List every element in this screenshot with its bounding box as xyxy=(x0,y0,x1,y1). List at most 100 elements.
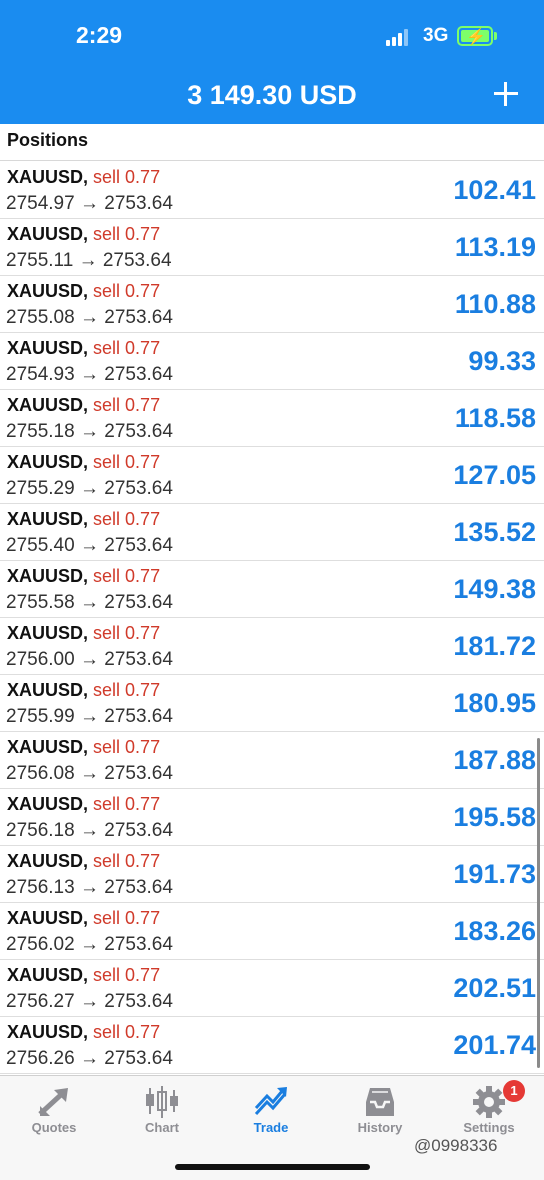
open-price: 2756.18 xyxy=(6,820,75,841)
position-prices: 2755.18 → 2753.64 xyxy=(6,421,173,443)
position-side-volume: sell 0.77 xyxy=(93,395,161,415)
position-separator: , xyxy=(83,680,94,700)
position-side-volume: sell 0.77 xyxy=(93,680,161,700)
position-header: XAUUSD, sell 0.77 xyxy=(7,566,160,587)
position-side-volume: sell 0.77 xyxy=(93,566,161,586)
position-profit: 201.74 xyxy=(453,1030,536,1060)
position-profit: 202.51 xyxy=(453,973,536,1003)
open-price: 2756.02 xyxy=(6,934,75,955)
tab-label: History xyxy=(357,1120,403,1135)
position-row[interactable]: XAUUSD, sell 0.77 2755.18 → 2753.64 118.58 xyxy=(0,390,544,447)
position-separator: , xyxy=(83,452,94,472)
position-prices: 2756.26 → 2753.64 xyxy=(6,1048,173,1070)
position-row[interactable]: XAUUSD, sell 0.77 2755.08 → 2753.64 110.88 xyxy=(0,276,544,333)
position-row[interactable]: XAUUSD, sell 0.77 2755.40 → 2753.64 135.52 xyxy=(0,504,544,561)
position-prices: 2755.08 → 2753.64 xyxy=(6,307,173,329)
position-header: XAUUSD, sell 0.77 xyxy=(7,281,160,302)
position-symbol: XAUUSD xyxy=(7,281,84,301)
position-profit: 149.38 xyxy=(453,574,536,604)
position-row[interactable]: XAUUSD, sell 0.77 2755.11 → 2753.64 113.19 xyxy=(0,219,544,276)
position-header: XAUUSD, sell 0.77 xyxy=(7,224,160,245)
position-side-volume: sell 0.77 xyxy=(93,338,161,358)
position-row[interactable]: XAUUSD, sell 0.77 2756.26 → 2753.64 201.74 xyxy=(0,1017,544,1074)
gear-icon xyxy=(473,1086,505,1118)
current-price: 2753.64 xyxy=(102,250,172,271)
position-separator: , xyxy=(83,851,94,871)
position-prices: 2756.27 → 2753.64 xyxy=(6,991,173,1013)
open-price: 2756.27 xyxy=(6,991,75,1012)
position-row[interactable]: XAUUSD, sell 0.77 2755.29 → 2753.64 127.05 xyxy=(0,447,544,504)
position-profit: 180.95 xyxy=(453,688,536,718)
current-price: 2753.64 xyxy=(104,934,173,955)
position-profit: 102.41 xyxy=(453,175,536,205)
tab-chart[interactable]: Chart xyxy=(108,1076,216,1146)
position-separator: , xyxy=(83,338,94,358)
section-divider xyxy=(0,160,544,161)
position-header: XAUUSD, sell 0.77 xyxy=(7,338,160,359)
tab-label: Quotes xyxy=(31,1120,77,1135)
position-side-volume: sell 0.77 xyxy=(93,794,161,814)
position-header: XAUUSD, sell 0.77 xyxy=(7,680,160,701)
open-price: 2756.13 xyxy=(6,877,75,898)
position-profit: 113.19 xyxy=(454,232,536,262)
scrollbar[interactable] xyxy=(537,738,540,1068)
price-arrow: → xyxy=(79,364,99,385)
position-side-volume: sell 0.77 xyxy=(93,908,161,928)
position-side-volume: sell 0.77 xyxy=(93,509,161,529)
position-header: XAUUSD, sell 0.77 xyxy=(7,851,160,872)
open-price: 2756.26 xyxy=(6,1048,75,1069)
bottom-tab-bar: Quotes Chart Trade History 1 Settings @0… xyxy=(0,1075,544,1180)
position-header: XAUUSD, sell 0.77 xyxy=(7,965,160,986)
trade-trend-icon xyxy=(254,1087,287,1116)
position-row[interactable]: XAUUSD, sell 0.77 2756.08 → 2753.64 187.88 xyxy=(0,732,544,789)
position-header: XAUUSD, sell 0.77 xyxy=(7,623,160,644)
add-order-button[interactable] xyxy=(490,78,522,110)
open-price: 2755.58 xyxy=(6,592,75,613)
position-side-volume: sell 0.77 xyxy=(93,1022,161,1042)
position-row[interactable]: XAUUSD, sell 0.77 2754.97 → 2753.64 102.41 xyxy=(0,162,544,219)
position-prices: 2754.97 → 2753.64 xyxy=(6,193,173,215)
position-row[interactable]: XAUUSD, sell 0.77 2756.18 → 2753.64 195.58 xyxy=(0,789,544,846)
position-separator: , xyxy=(83,794,94,814)
account-balance: 3 149.30 USD xyxy=(187,80,357,110)
position-symbol: XAUUSD xyxy=(7,167,84,187)
current-price: 2753.64 xyxy=(104,535,173,556)
position-prices: 2755.40 → 2753.64 xyxy=(6,535,173,557)
position-row[interactable]: XAUUSD, sell 0.77 2756.13 → 2753.64 191.73 xyxy=(0,846,544,903)
position-row[interactable]: XAUUSD, sell 0.77 2756.02 → 2753.64 183.26 xyxy=(0,903,544,960)
position-prices: 2756.02 → 2753.64 xyxy=(6,934,173,956)
open-price: 2755.18 xyxy=(6,421,75,442)
open-price: 2755.08 xyxy=(6,307,75,328)
position-header: XAUUSD, sell 0.77 xyxy=(7,395,160,416)
position-side-volume: sell 0.77 xyxy=(93,851,161,871)
open-price: 2755.29 xyxy=(6,478,75,499)
position-separator: , xyxy=(83,509,94,529)
tab-trade[interactable]: Trade xyxy=(217,1076,325,1146)
current-price: 2753.64 xyxy=(104,991,173,1012)
price-arrow: → xyxy=(79,820,99,841)
position-separator: , xyxy=(83,566,94,586)
network-type: 3G xyxy=(423,25,449,46)
current-price: 2753.64 xyxy=(104,193,173,214)
position-row[interactable]: XAUUSD, sell 0.77 2756.27 → 2753.64 202.51 xyxy=(0,960,544,1017)
open-price: 2755.40 xyxy=(6,535,75,556)
current-price: 2753.64 xyxy=(104,763,173,784)
position-separator: , xyxy=(83,281,94,301)
home-indicator[interactable] xyxy=(175,1164,370,1170)
position-row[interactable]: XAUUSD, sell 0.77 2755.99 → 2753.64 180.95 xyxy=(0,675,544,732)
position-symbol: XAUUSD xyxy=(7,623,84,643)
price-arrow: → xyxy=(79,592,99,613)
position-prices: 2755.11 → 2753.64 xyxy=(6,250,172,272)
position-symbol: XAUUSD xyxy=(7,224,84,244)
price-arrow: → xyxy=(79,1048,99,1069)
position-profit: 191.73 xyxy=(453,859,536,889)
position-side-volume: sell 0.77 xyxy=(93,281,161,301)
position-row[interactable]: XAUUSD, sell 0.77 2756.00 → 2753.64 181.72 xyxy=(0,618,544,675)
position-side-volume: sell 0.77 xyxy=(93,737,161,757)
position-row[interactable]: XAUUSD, sell 0.77 2755.58 → 2753.64 149.38 xyxy=(0,561,544,618)
position-separator: , xyxy=(83,224,94,244)
open-price: 2754.97 xyxy=(6,193,75,214)
tab-quotes[interactable]: Quotes xyxy=(0,1076,108,1146)
current-price: 2753.64 xyxy=(104,649,173,670)
position-row[interactable]: XAUUSD, sell 0.77 2754.93 → 2753.64 99.33 xyxy=(0,333,544,390)
